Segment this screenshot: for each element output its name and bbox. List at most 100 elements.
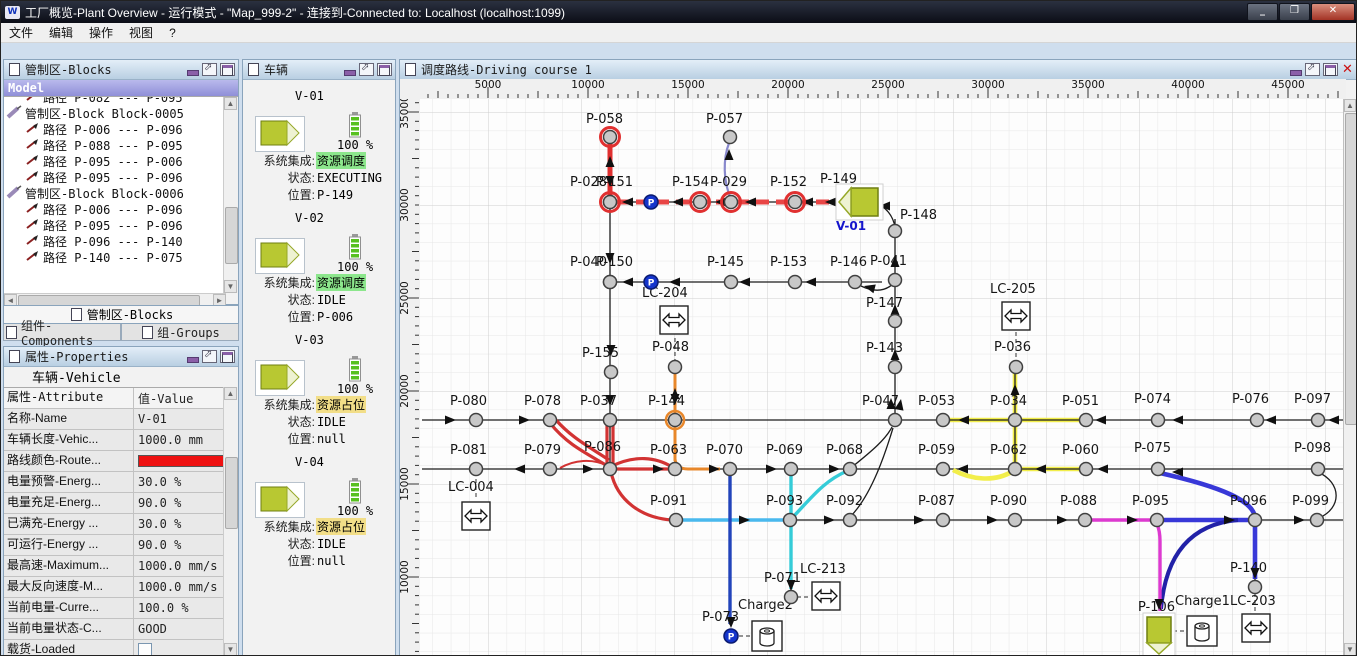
property-row[interactable]: 当前电量状态-C...GOOD <box>4 619 224 640</box>
scroll-down-icon[interactable]: ▼ <box>224 280 237 293</box>
tree-item[interactable]: 路径 P-095 --- P-006 <box>4 153 224 169</box>
property-row[interactable]: 最大反向速度-M...1000.0 mm/s <box>4 577 224 598</box>
panel-maximize-icon[interactable] <box>220 350 235 363</box>
title-bar[interactable]: W 工厂概览-Plant Overview - 运行模式 - "Map_999-… <box>1 1 1357 23</box>
vehicle-state-row: 状态:EXECUTING <box>243 169 395 186</box>
map-vehicle-v-02[interactable]: V-02P-106 <box>1138 600 1175 656</box>
blocks-panel: 管制区-Blocks Model 路径 P-082 --- P-095管制区-B… <box>3 59 239 305</box>
state-label: 状态: <box>243 535 315 552</box>
vehicle-entry-v-03[interactable]: V-03100 %系统集成:资源占位状态:IDLE位置:null <box>243 330 395 452</box>
panel-minimize-icon[interactable] <box>343 64 356 75</box>
property-row[interactable]: 路线颜色-Route... <box>4 451 224 472</box>
restore-button[interactable]: ❐ <box>1279 3 1310 21</box>
tree-item[interactable]: 路径 P-140 --- P-075 <box>4 249 224 265</box>
scroll-down-icon[interactable]: ▼ <box>1344 643 1356 656</box>
scroll-up-icon[interactable]: ▲ <box>224 387 237 400</box>
properties-panel-header[interactable]: 属性-Properties <box>4 347 238 367</box>
property-row[interactable]: 已满充-Energy ...30.0 % <box>4 514 224 535</box>
tab-groups[interactable]: 组-Groups <box>121 324 239 341</box>
menu-item-4[interactable]: ? <box>161 25 184 41</box>
panel-maximize-icon[interactable] <box>1323 63 1338 76</box>
map-canvas[interactable]: LC-004LC-204LC-205LC-213LC-203Charge2Cha… <box>420 99 1346 656</box>
panel-close-icon[interactable]: ✕ <box>1341 64 1354 75</box>
ruler-x-label: 40000 <box>1171 79 1204 91</box>
panel-maximize-icon[interactable] <box>377 63 392 76</box>
menu-item-0[interactable]: 文件 <box>1 23 41 42</box>
panel-minimize-icon[interactable] <box>186 351 199 362</box>
menu-item-2[interactable]: 操作 <box>81 23 121 42</box>
panel-minimize-icon[interactable] <box>1289 64 1302 75</box>
parking-point-icon[interactable]: P <box>644 195 658 209</box>
panel-detach-icon[interactable] <box>202 63 217 76</box>
menu-item-3[interactable]: 视图 <box>121 23 161 42</box>
tree-item[interactable]: 管制区-Block Block-0006 <box>4 185 224 201</box>
vehicle-icon <box>255 238 305 274</box>
tree-item[interactable]: 路径 P-096 --- P-140 <box>4 233 224 249</box>
tree-item[interactable]: 管制区-Block Block-0005 <box>4 105 224 121</box>
tree-item[interactable]: 路径 P-006 --- P-096 <box>4 121 224 137</box>
battery-icon <box>348 234 362 260</box>
map-node-label: P-086 <box>584 440 621 455</box>
scroll-thumb[interactable] <box>225 207 238 264</box>
battery-icon <box>348 356 362 382</box>
panel-maximize-icon[interactable] <box>220 63 235 76</box>
integration-label: 系统集成: <box>243 152 315 169</box>
vehicle-entry-v-04[interactable]: V-04100 %系统集成:资源占位状态:IDLE位置:null <box>243 452 395 574</box>
minimize-button[interactable]: _ <box>1247 3 1278 21</box>
path-arrow-icon <box>26 170 40 185</box>
property-row[interactable]: 最高速-Maximum...1000.0 mm/s <box>4 556 224 577</box>
path-arrow-icon <box>26 154 40 169</box>
map-node-label: P-097 <box>1294 392 1331 407</box>
panel-detach-icon[interactable] <box>1305 63 1320 76</box>
map-node-label: P-080 <box>450 394 487 409</box>
ruler-x-label: 30000 <box>971 79 1004 91</box>
panel-detach-icon[interactable] <box>359 63 374 76</box>
scroll-thumb[interactable] <box>1345 113 1357 425</box>
tree-item[interactable]: 路径 P-095 --- P-096 <box>4 169 224 185</box>
map-node-label: P-155 <box>582 346 619 361</box>
map-panel-header[interactable]: 调度路线-Driving course 1 ✕ <box>400 60 1357 80</box>
tree-item[interactable]: 路径 P-095 --- P-096 <box>4 217 224 233</box>
tree-item[interactable]: 路径 P-006 --- P-096 <box>4 201 224 217</box>
property-row[interactable]: 电量预警-Energ...30.0 % <box>4 472 224 493</box>
map-vertical-scrollbar[interactable]: ▲ ▼ <box>1343 99 1357 656</box>
blocks-panel-header[interactable]: 管制区-Blocks <box>4 60 238 80</box>
property-row[interactable]: 电量充足-Energ...90.0 % <box>4 493 224 514</box>
panel-minimize-icon[interactable] <box>186 64 199 75</box>
menu-item-1[interactable]: 编辑 <box>41 23 81 42</box>
vehicle-position-row: 位置:P-149 <box>243 186 395 203</box>
map-node-label: P-036 <box>994 340 1031 355</box>
position-label: 位置: <box>243 308 315 325</box>
panel-detach-icon[interactable] <box>202 350 217 363</box>
loaded-checkbox[interactable] <box>138 643 152 656</box>
map-ruler-vertical: 350003000025000200001500010000 <box>400 99 421 656</box>
vehicle-entry-v-02[interactable]: V-02100 %系统集成:资源调度状态:IDLE位置:P-006 <box>243 208 395 330</box>
map-node-label: P-098 <box>1294 441 1331 456</box>
scroll-up-icon[interactable]: ▲ <box>1344 99 1356 112</box>
property-row[interactable]: 载货-Loaded <box>4 640 224 656</box>
properties-scrollbar[interactable]: ▲ ▼ <box>223 387 238 656</box>
property-row[interactable]: 可运行-Energy ...90.0 % <box>4 535 224 556</box>
close-button[interactable]: ✕ <box>1311 3 1355 21</box>
tab-components[interactable]: 组件-Components <box>3 324 121 341</box>
model-root-node[interactable]: Model <box>4 80 238 96</box>
property-row[interactable]: 当前电量-Curre...100.0 % <box>4 598 224 619</box>
scroll-down-icon[interactable]: ▼ <box>224 643 237 656</box>
map-svg[interactable]: LC-004LC-204LC-205LC-213LC-203Charge2Cha… <box>420 99 1346 656</box>
vehicles-panel-header[interactable]: 车辆 <box>243 60 395 80</box>
integration-value: 资源占位 <box>316 518 366 535</box>
scroll-thumb[interactable] <box>225 457 238 529</box>
property-row[interactable]: 名称-NameV-01 <box>4 409 224 430</box>
map-node-label: P-047 <box>862 394 899 409</box>
property-row[interactable]: 车辆长度-Vehic...1000.0 mm <box>4 430 224 451</box>
parking-point-icon[interactable]: P <box>644 275 658 289</box>
vehicle-entry-v-01[interactable]: V-01100 %系统集成:资源调度状态:EXECUTING位置:P-149 <box>243 86 395 208</box>
lc-station-label: LC-213 <box>800 562 846 577</box>
battery-indicator: 100 % <box>337 478 373 518</box>
page-icon <box>142 326 153 339</box>
scroll-up-icon[interactable]: ▲ <box>224 97 237 110</box>
map-node-label: P-071 <box>764 571 801 586</box>
tree-vertical-scrollbar[interactable]: ▲ ▼ <box>223 97 238 293</box>
route-color-swatch[interactable] <box>138 455 224 467</box>
tree-item[interactable]: 路径 P-088 --- P-095 <box>4 137 224 153</box>
